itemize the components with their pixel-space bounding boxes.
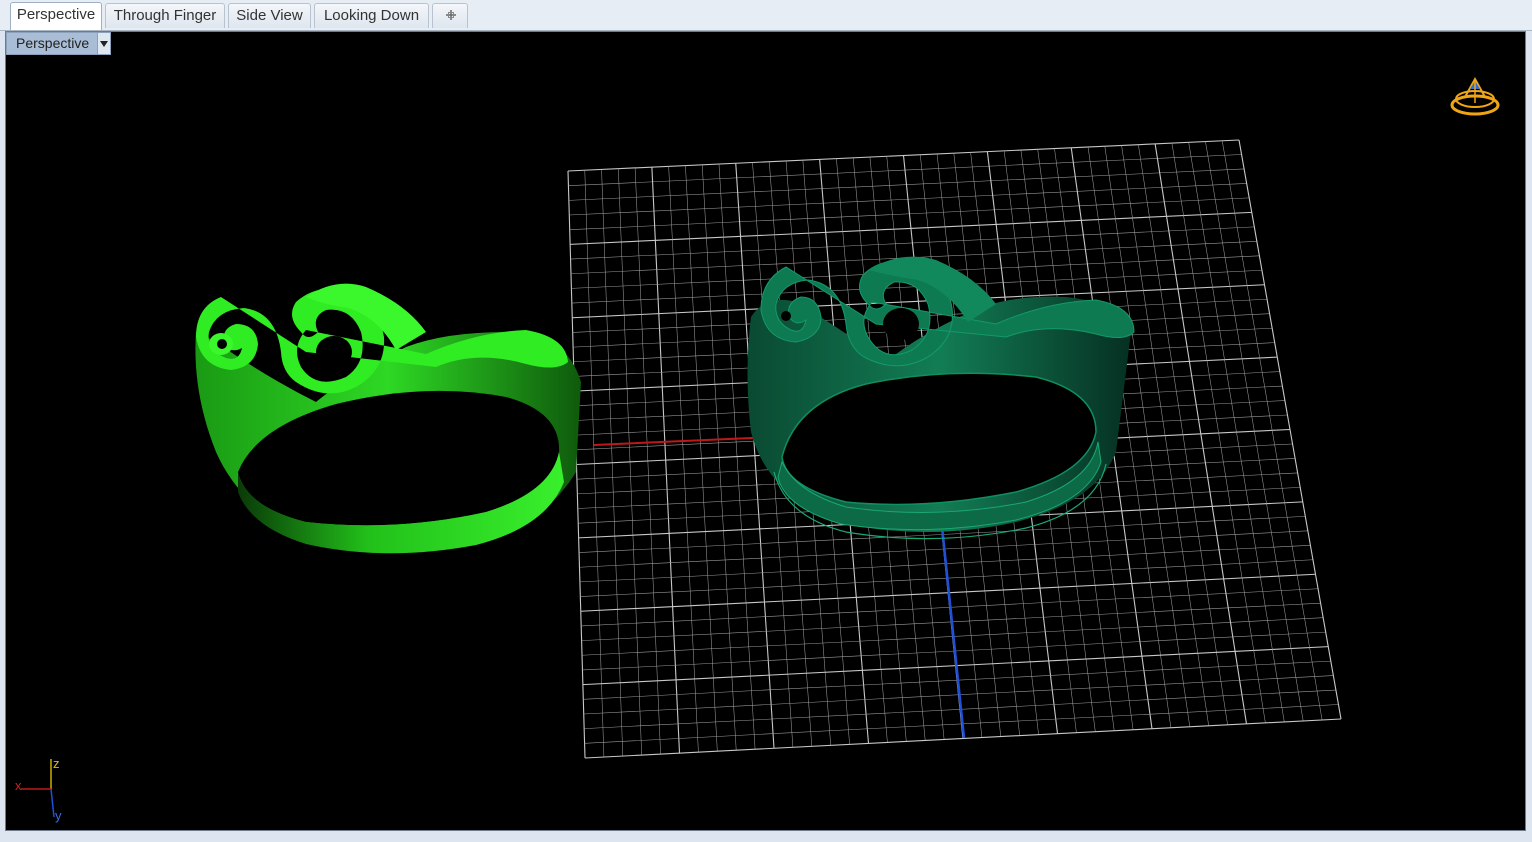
viewport-tab-bar: Perspective Through Finger Side View Loo… [0,0,1532,31]
grid-line [1221,140,1323,721]
tab-side-view[interactable]: Side View [228,3,311,28]
navigation-gizmo-icon[interactable] [1450,76,1500,116]
tab-looking-down[interactable]: Looking Down [314,3,429,28]
grid-line [1188,142,1285,722]
add-tab-button[interactable] [432,3,468,28]
axis-label-y: y [55,808,62,823]
tab-perspective[interactable]: Perspective [10,2,102,30]
chevron-down-icon [100,40,109,47]
3d-scene: z x y [15,76,1500,823]
axis-indicator: z x y [15,756,62,823]
viewport-title-label: Perspective [16,35,90,51]
status-strip [0,832,1532,842]
ring-model-right[interactable] [747,256,1135,540]
ring-model-left[interactable] [195,283,581,554]
viewport-menu-button[interactable] [97,33,111,54]
viewport-title[interactable]: Perspective [6,32,112,55]
axis-label-z: z [53,756,60,771]
perspective-viewport[interactable]: z x y Perspective [5,31,1526,831]
grid-line [1171,143,1266,723]
tab-through-finger[interactable]: Through Finger [105,3,225,28]
axis-label-x: x [15,778,22,793]
plus-icon [446,10,456,20]
grid-line [1154,143,1248,724]
